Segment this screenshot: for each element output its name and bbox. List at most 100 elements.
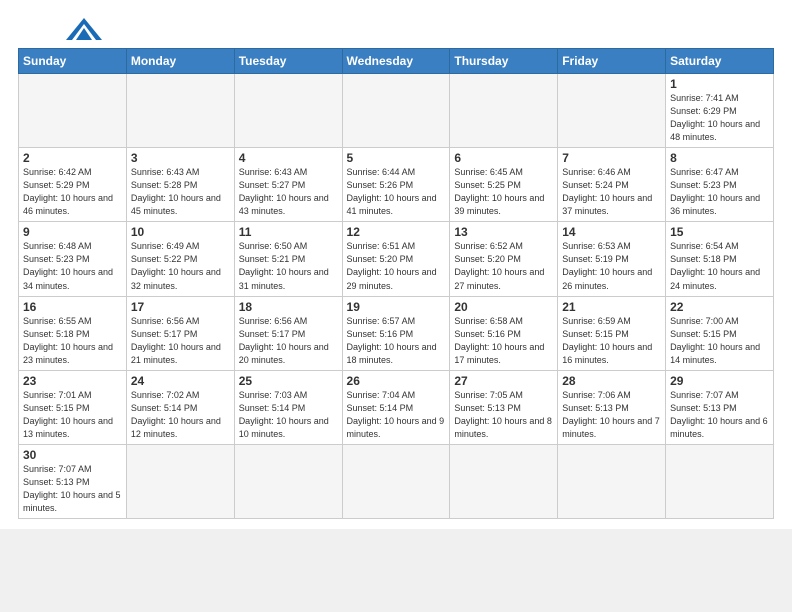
day-cell: 27Sunrise: 7:05 AM Sunset: 5:13 PM Dayli… [450,370,558,444]
day-info: Sunrise: 7:03 AM Sunset: 5:14 PM Dayligh… [239,389,338,441]
day-info: Sunrise: 7:02 AM Sunset: 5:14 PM Dayligh… [131,389,230,441]
day-number: 3 [131,151,230,165]
day-cell: 10Sunrise: 6:49 AM Sunset: 5:22 PM Dayli… [126,222,234,296]
day-info: Sunrise: 6:43 AM Sunset: 5:27 PM Dayligh… [239,166,338,218]
day-cell: 2Sunrise: 6:42 AM Sunset: 5:29 PM Daylig… [19,148,127,222]
day-number: 10 [131,225,230,239]
day-info: Sunrise: 6:56 AM Sunset: 5:17 PM Dayligh… [239,315,338,367]
day-info: Sunrise: 7:07 AM Sunset: 5:13 PM Dayligh… [670,389,769,441]
day-number: 18 [239,300,338,314]
day-cell [19,74,127,148]
day-cell: 8Sunrise: 6:47 AM Sunset: 5:23 PM Daylig… [666,148,774,222]
day-cell [126,444,234,518]
weekday-header-friday: Friday [558,49,666,74]
day-number: 13 [454,225,553,239]
day-info: Sunrise: 6:53 AM Sunset: 5:19 PM Dayligh… [562,240,661,292]
day-info: Sunrise: 6:54 AM Sunset: 5:18 PM Dayligh… [670,240,769,292]
day-number: 12 [347,225,446,239]
day-number: 21 [562,300,661,314]
day-cell: 4Sunrise: 6:43 AM Sunset: 5:27 PM Daylig… [234,148,342,222]
weekday-header-sunday: Sunday [19,49,127,74]
weekday-header-monday: Monday [126,49,234,74]
day-number: 5 [347,151,446,165]
day-cell: 16Sunrise: 6:55 AM Sunset: 5:18 PM Dayli… [19,296,127,370]
day-number: 25 [239,374,338,388]
day-cell: 7Sunrise: 6:46 AM Sunset: 5:24 PM Daylig… [558,148,666,222]
day-cell [234,74,342,148]
day-cell: 23Sunrise: 7:01 AM Sunset: 5:15 PM Dayli… [19,370,127,444]
day-cell: 3Sunrise: 6:43 AM Sunset: 5:28 PM Daylig… [126,148,234,222]
page: SundayMondayTuesdayWednesdayThursdayFrid… [0,0,792,529]
day-info: Sunrise: 6:52 AM Sunset: 5:20 PM Dayligh… [454,240,553,292]
week-row-1: 2Sunrise: 6:42 AM Sunset: 5:29 PM Daylig… [19,148,774,222]
day-info: Sunrise: 7:41 AM Sunset: 6:29 PM Dayligh… [670,92,769,144]
day-number: 24 [131,374,230,388]
day-cell [342,444,450,518]
day-cell: 25Sunrise: 7:03 AM Sunset: 5:14 PM Dayli… [234,370,342,444]
day-cell: 14Sunrise: 6:53 AM Sunset: 5:19 PM Dayli… [558,222,666,296]
day-info: Sunrise: 6:48 AM Sunset: 5:23 PM Dayligh… [23,240,122,292]
day-cell [558,74,666,148]
day-info: Sunrise: 6:55 AM Sunset: 5:18 PM Dayligh… [23,315,122,367]
day-cell: 13Sunrise: 6:52 AM Sunset: 5:20 PM Dayli… [450,222,558,296]
day-cell [450,444,558,518]
day-cell: 11Sunrise: 6:50 AM Sunset: 5:21 PM Dayli… [234,222,342,296]
day-cell: 18Sunrise: 6:56 AM Sunset: 5:17 PM Dayli… [234,296,342,370]
day-number: 11 [239,225,338,239]
day-number: 9 [23,225,122,239]
day-cell [558,444,666,518]
calendar-header: SundayMondayTuesdayWednesdayThursdayFrid… [19,49,774,74]
day-info: Sunrise: 6:58 AM Sunset: 5:16 PM Dayligh… [454,315,553,367]
logo [18,16,102,40]
day-cell: 5Sunrise: 6:44 AM Sunset: 5:26 PM Daylig… [342,148,450,222]
day-info: Sunrise: 6:51 AM Sunset: 5:20 PM Dayligh… [347,240,446,292]
day-info: Sunrise: 6:59 AM Sunset: 5:15 PM Dayligh… [562,315,661,367]
day-number: 19 [347,300,446,314]
day-cell: 19Sunrise: 6:57 AM Sunset: 5:16 PM Dayli… [342,296,450,370]
day-info: Sunrise: 7:04 AM Sunset: 5:14 PM Dayligh… [347,389,446,441]
day-cell: 29Sunrise: 7:07 AM Sunset: 5:13 PM Dayli… [666,370,774,444]
day-info: Sunrise: 7:06 AM Sunset: 5:13 PM Dayligh… [562,389,661,441]
day-info: Sunrise: 7:00 AM Sunset: 5:15 PM Dayligh… [670,315,769,367]
day-cell: 12Sunrise: 6:51 AM Sunset: 5:20 PM Dayli… [342,222,450,296]
week-row-2: 9Sunrise: 6:48 AM Sunset: 5:23 PM Daylig… [19,222,774,296]
day-cell: 24Sunrise: 7:02 AM Sunset: 5:14 PM Dayli… [126,370,234,444]
day-number: 2 [23,151,122,165]
day-info: Sunrise: 6:42 AM Sunset: 5:29 PM Dayligh… [23,166,122,218]
day-info: Sunrise: 6:49 AM Sunset: 5:22 PM Dayligh… [131,240,230,292]
day-number: 4 [239,151,338,165]
day-number: 28 [562,374,661,388]
day-cell: 6Sunrise: 6:45 AM Sunset: 5:25 PM Daylig… [450,148,558,222]
header [18,16,774,40]
day-number: 26 [347,374,446,388]
weekday-header-saturday: Saturday [666,49,774,74]
day-info: Sunrise: 7:01 AM Sunset: 5:15 PM Dayligh… [23,389,122,441]
day-info: Sunrise: 6:56 AM Sunset: 5:17 PM Dayligh… [131,315,230,367]
day-cell: 21Sunrise: 6:59 AM Sunset: 5:15 PM Dayli… [558,296,666,370]
day-number: 17 [131,300,230,314]
day-number: 16 [23,300,122,314]
day-number: 27 [454,374,553,388]
day-number: 29 [670,374,769,388]
day-info: Sunrise: 7:05 AM Sunset: 5:13 PM Dayligh… [454,389,553,441]
day-cell [450,74,558,148]
week-row-4: 23Sunrise: 7:01 AM Sunset: 5:15 PM Dayli… [19,370,774,444]
day-number: 14 [562,225,661,239]
day-info: Sunrise: 6:57 AM Sunset: 5:16 PM Dayligh… [347,315,446,367]
day-info: Sunrise: 7:07 AM Sunset: 5:13 PM Dayligh… [23,463,122,515]
day-cell: 26Sunrise: 7:04 AM Sunset: 5:14 PM Dayli… [342,370,450,444]
calendar-body: 1Sunrise: 7:41 AM Sunset: 6:29 PM Daylig… [19,74,774,519]
day-number: 15 [670,225,769,239]
day-cell [342,74,450,148]
day-number: 8 [670,151,769,165]
day-cell: 30Sunrise: 7:07 AM Sunset: 5:13 PM Dayli… [19,444,127,518]
week-row-3: 16Sunrise: 6:55 AM Sunset: 5:18 PM Dayli… [19,296,774,370]
day-cell: 15Sunrise: 6:54 AM Sunset: 5:18 PM Dayli… [666,222,774,296]
day-number: 7 [562,151,661,165]
day-number: 30 [23,448,122,462]
day-cell: 22Sunrise: 7:00 AM Sunset: 5:15 PM Dayli… [666,296,774,370]
week-row-5: 30Sunrise: 7:07 AM Sunset: 5:13 PM Dayli… [19,444,774,518]
day-info: Sunrise: 6:46 AM Sunset: 5:24 PM Dayligh… [562,166,661,218]
day-cell: 1Sunrise: 7:41 AM Sunset: 6:29 PM Daylig… [666,74,774,148]
day-info: Sunrise: 6:47 AM Sunset: 5:23 PM Dayligh… [670,166,769,218]
